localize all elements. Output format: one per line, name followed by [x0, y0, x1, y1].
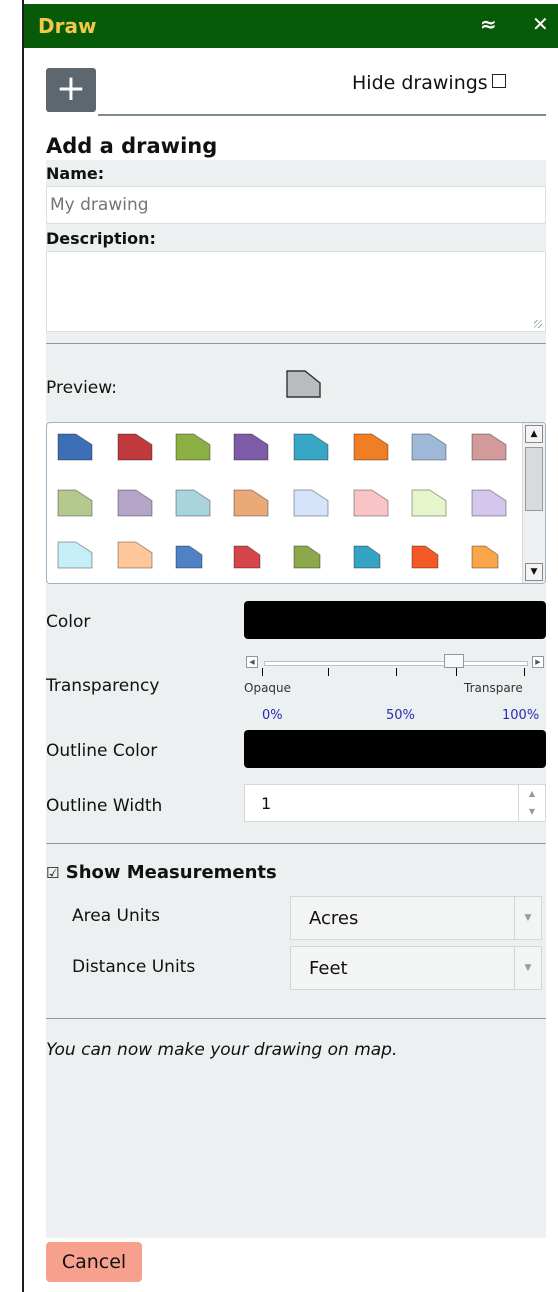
pct-50: 50%: [386, 708, 415, 723]
opaque-label: Opaque: [244, 681, 292, 695]
symbol-swatch[interactable]: [353, 433, 389, 461]
symbol-swatch[interactable]: [353, 545, 381, 569]
preview-shape: [286, 370, 321, 398]
palette-scrollbar[interactable]: ▲ ▼: [522, 423, 545, 583]
plus-icon: +: [55, 68, 87, 109]
double-chevron-up-icon[interactable]: ≈: [480, 12, 497, 36]
outline-width-spinner[interactable]: 1 ▲ ▼: [244, 784, 546, 822]
outline-color-picker[interactable]: [244, 730, 546, 768]
symbol-swatch[interactable]: [233, 489, 269, 517]
tick-mark: [396, 668, 397, 676]
outline-width-value: 1: [261, 794, 272, 813]
description-label: Description:: [46, 229, 156, 248]
title-bar: Draw ≈ ✕: [24, 4, 558, 48]
color-label: Color: [46, 612, 91, 632]
symbol-swatch[interactable]: [411, 489, 447, 517]
add-drawing-button[interactable]: +: [46, 68, 96, 112]
divider: [46, 343, 546, 344]
symbol-swatch[interactable]: [411, 433, 447, 461]
distance-units-label: Distance Units: [72, 957, 196, 977]
outline-width-label: Outline Width: [46, 796, 163, 816]
symbol-swatch[interactable]: [117, 541, 153, 569]
scroll-down-icon[interactable]: ▼: [525, 563, 543, 581]
preview-label: Preview:: [46, 378, 117, 398]
symbol-swatch[interactable]: [293, 433, 329, 461]
slider-handle[interactable]: [444, 654, 464, 668]
symbol-swatch[interactable]: [353, 489, 389, 517]
scroll-up-icon[interactable]: ▲: [525, 425, 543, 443]
show-measurements-label: Show Measurements: [65, 862, 277, 883]
symbol-swatch[interactable]: [175, 545, 203, 569]
tick-mark: [262, 668, 263, 676]
tick-mark: [524, 668, 525, 676]
slider-decrease-icon[interactable]: ◀: [246, 656, 258, 668]
fill-color-picker[interactable]: [244, 601, 546, 639]
symbol-palette: ▲ ▼: [46, 422, 546, 584]
divider: [46, 1018, 546, 1019]
area-units-label: Area Units: [72, 906, 160, 926]
tick-mark: [328, 668, 329, 676]
scroll-thumb[interactable]: [525, 447, 543, 511]
tick-mark: [456, 668, 457, 676]
symbol-swatch[interactable]: [471, 433, 507, 461]
symbol-swatch[interactable]: [57, 433, 93, 461]
area-units-value: Acres: [309, 908, 359, 929]
symbol-swatch[interactable]: [57, 489, 93, 517]
draw-panel: Draw ≈ ✕ + Hide drawings Add a drawing N…: [22, 0, 558, 1292]
slider-track[interactable]: [264, 661, 528, 666]
distance-units-select[interactable]: Feet ▼: [290, 946, 542, 990]
tab-underline: [98, 114, 546, 116]
pct-0: 0%: [262, 708, 283, 723]
name-input[interactable]: [46, 186, 546, 224]
name-label: Name:: [46, 164, 105, 183]
divider: [46, 843, 546, 844]
symbol-swatch[interactable]: [471, 545, 499, 569]
symbol-swatch[interactable]: [293, 545, 321, 569]
symbol-swatch[interactable]: [117, 489, 153, 517]
panel-title: Draw: [38, 14, 97, 38]
transparency-slider[interactable]: ◀ ▶: [244, 654, 546, 672]
cancel-button[interactable]: Cancel: [46, 1242, 142, 1282]
instruction-note: You can now make your drawing on map.: [46, 1040, 398, 1060]
resize-grip-icon[interactable]: [534, 320, 542, 328]
form-heading: Add a drawing: [46, 134, 218, 158]
hide-drawings-label: Hide drawings: [352, 72, 488, 94]
symbol-swatch[interactable]: [471, 489, 507, 517]
description-textarea[interactable]: [46, 251, 546, 332]
symbol-swatch[interactable]: [117, 433, 153, 461]
hide-drawings-toggle[interactable]: Hide drawings: [352, 72, 506, 94]
show-measurements-toggle[interactable]: ☑ Show Measurements: [46, 862, 277, 883]
symbol-swatch[interactable]: [57, 541, 93, 569]
close-icon[interactable]: ✕: [532, 12, 549, 36]
chevron-down-icon[interactable]: ▼: [514, 947, 541, 989]
symbol-swatch[interactable]: [293, 489, 329, 517]
symbol-swatch[interactable]: [411, 545, 439, 569]
spin-down-icon[interactable]: ▼: [518, 803, 545, 821]
hide-drawings-checkbox[interactable]: [491, 74, 506, 88]
symbol-swatch[interactable]: [175, 489, 211, 517]
show-measurements-checkbox[interactable]: ☑: [46, 864, 59, 882]
spin-up-icon[interactable]: ▲: [518, 785, 545, 803]
symbol-swatch[interactable]: [175, 433, 211, 461]
outline-color-label: Outline Color: [46, 741, 158, 761]
transparent-label: Transpare: [464, 681, 523, 695]
transparency-label: Transparency: [46, 676, 160, 696]
slider-increase-icon[interactable]: ▶: [532, 656, 544, 668]
symbol-swatch[interactable]: [233, 433, 269, 461]
area-units-select[interactable]: Acres ▼: [290, 896, 542, 940]
chevron-down-icon[interactable]: ▼: [514, 897, 541, 939]
symbol-swatch[interactable]: [233, 545, 261, 569]
distance-units-value: Feet: [309, 958, 348, 979]
pct-100: 100%: [502, 708, 540, 723]
